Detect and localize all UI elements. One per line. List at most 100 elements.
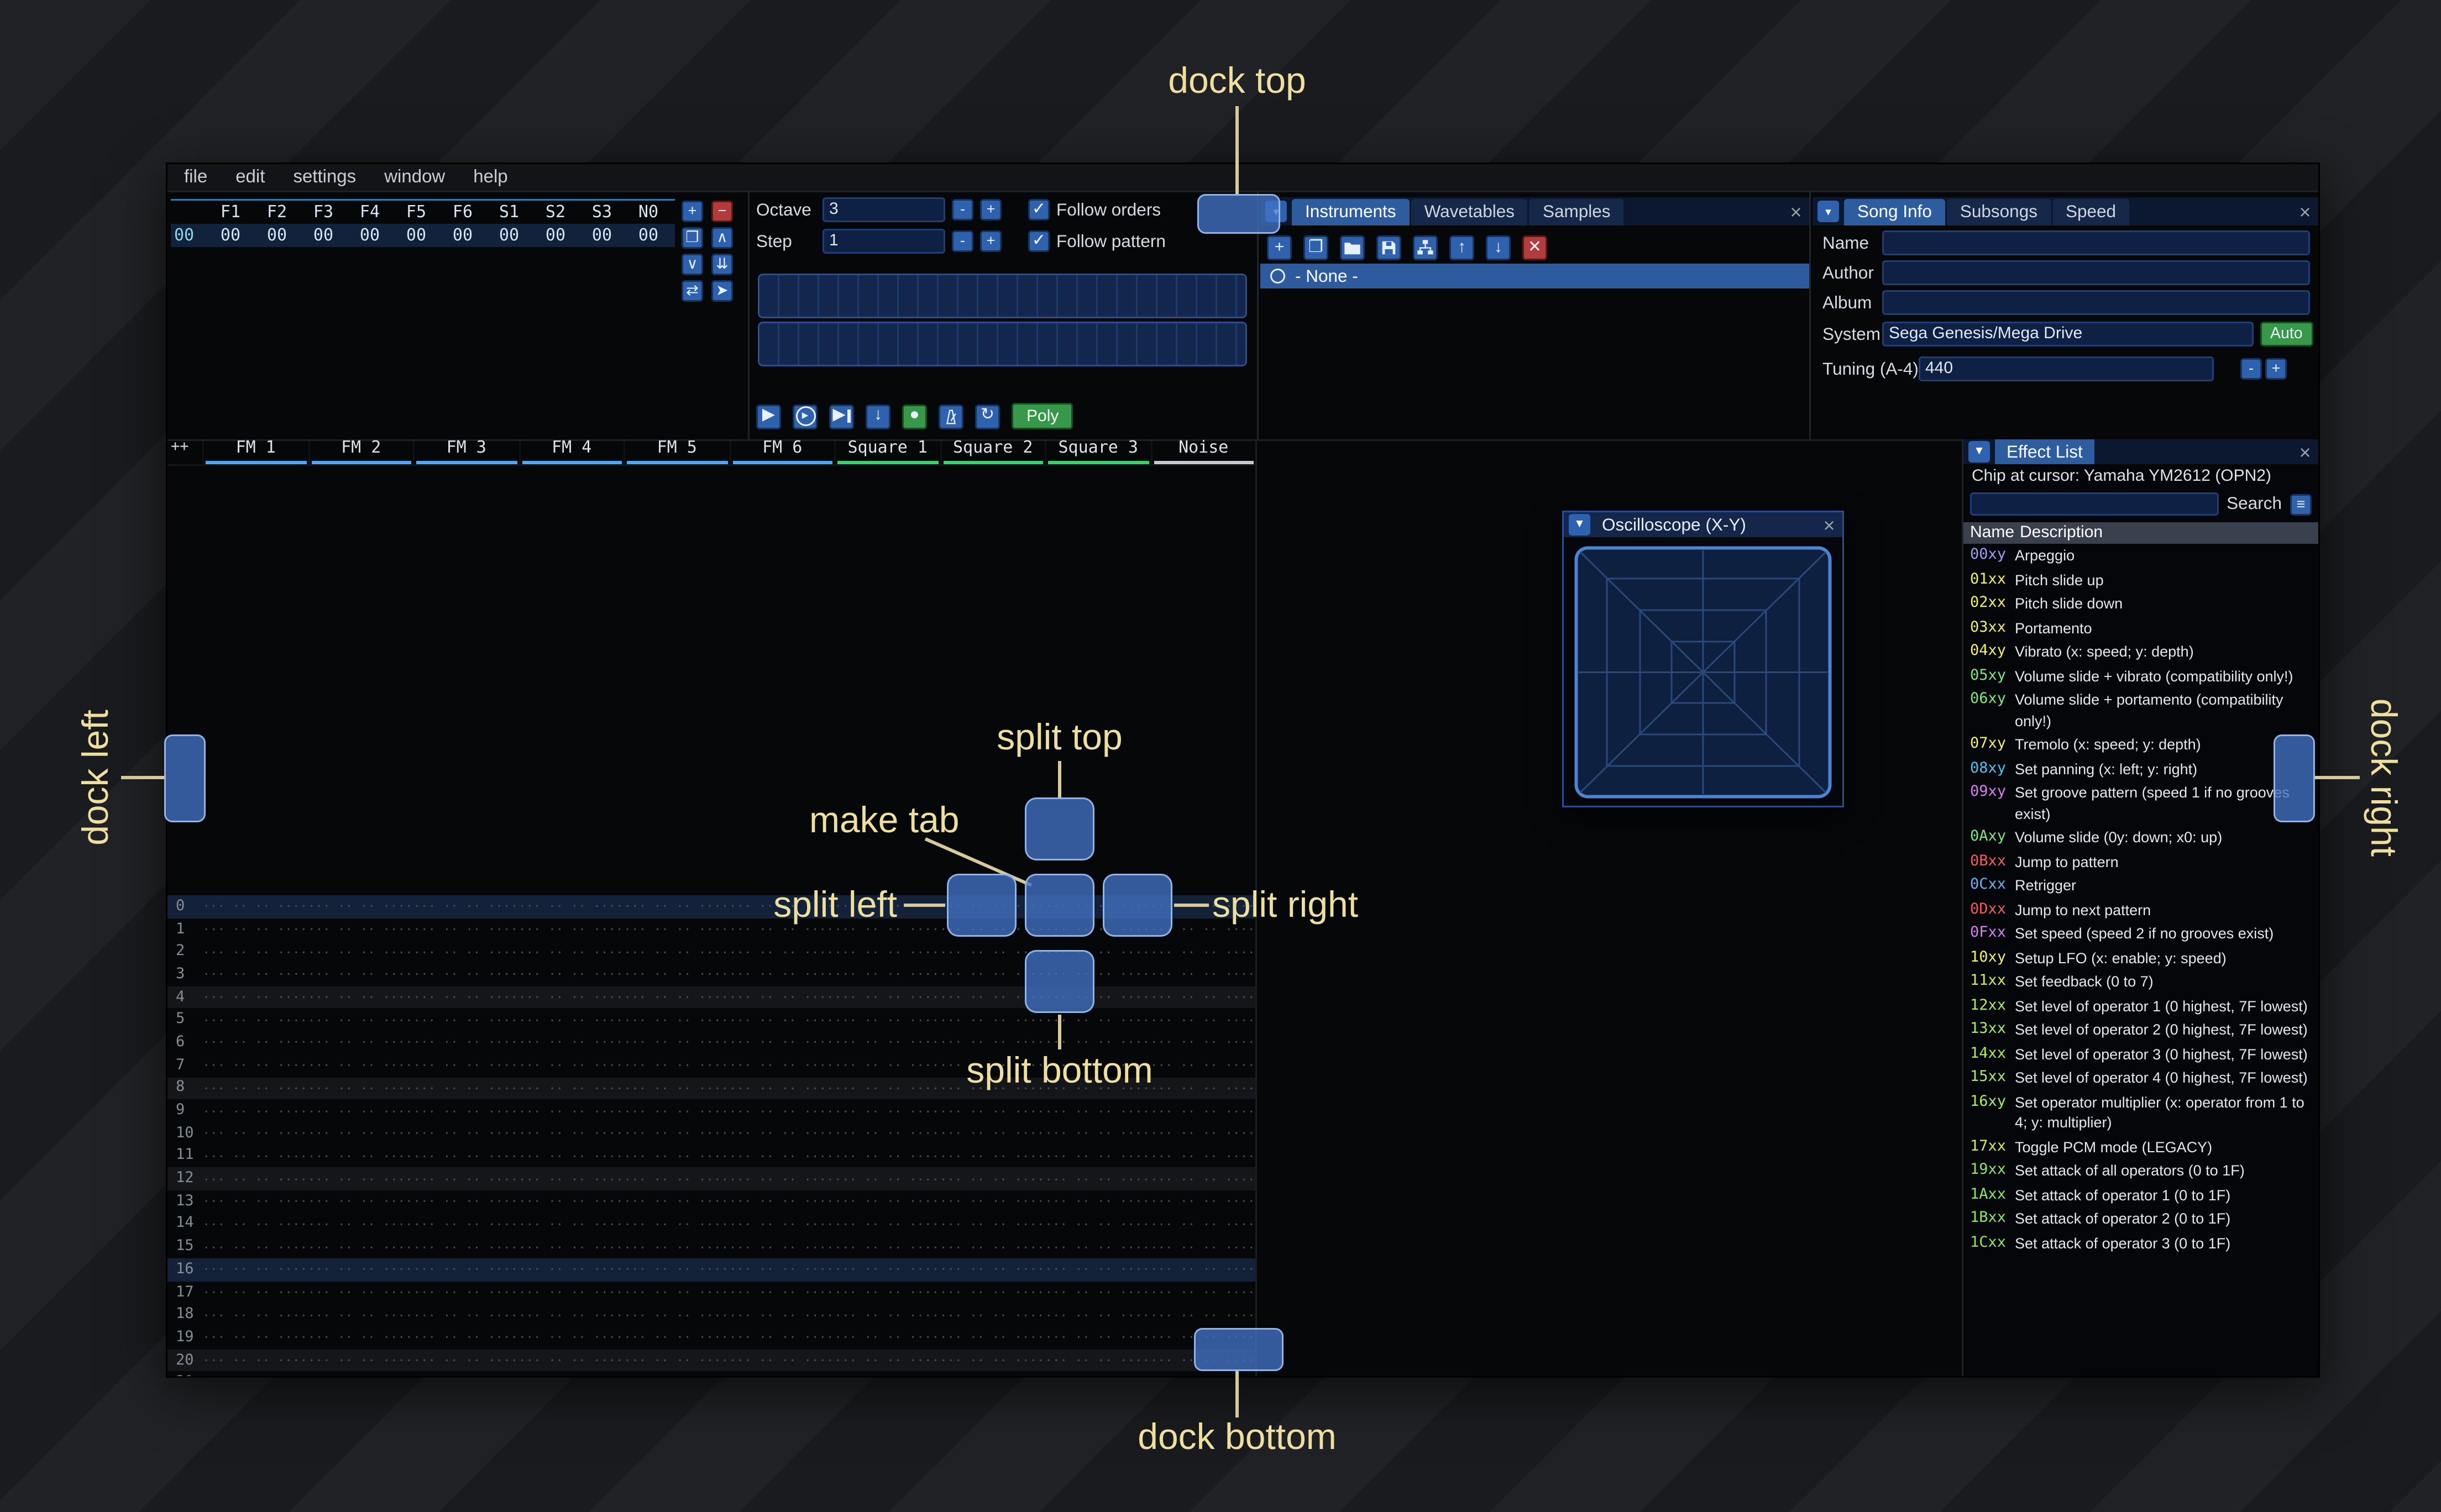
pattern-cell[interactable]: ··· ·· ·· ···· [413,1035,518,1050]
channel-header-fm-3[interactable]: FM 3 [413,439,518,464]
pattern-cell[interactable]: ··· ·· ·· ···· [1150,1217,1256,1232]
pattern-cell[interactable]: ··· ·· ·· ···· [624,1172,729,1186]
pattern-row-20[interactable]: 20 ··· ·· ·· ···· ··· ·· ·· ···· ··· ·· ·· … [167,1349,1255,1372]
pattern-row-19[interactable]: 19 ··· ·· ·· ···· ··· ·· ·· ···· ··· ·· ·· … [167,1326,1255,1349]
orders-playback-mode-button[interactable]: ⇄ [682,280,703,302]
follow-pattern-checkbox[interactable]: ✓ [1028,230,1050,252]
pattern-cell[interactable]: ··· ·· ·· ···· [834,1308,940,1322]
pattern-cell[interactable]: ··· ·· ·· ···· [308,1149,413,1164]
pattern-corner-toggle[interactable]: ++ [167,439,202,464]
move-down-button[interactable]: ↓ [1486,235,1511,260]
pattern-cell[interactable]: ··· ·· ·· ···· [202,1285,308,1300]
pattern-cell[interactable]: ··· ·· ·· ···· [1045,1104,1150,1119]
pattern-cell[interactable]: ··· ·· ·· ···· [834,967,940,982]
pattern-cell[interactable]: ··· ·· ·· ···· [518,899,624,914]
pattern-cell[interactable]: ··· ·· ·· ···· [729,1126,835,1141]
song-author-input[interactable] [1882,260,2310,285]
piano-widget[interactable] [758,274,1247,368]
pattern-cell[interactable]: ··· ·· ·· ···· [413,1149,518,1164]
pattern-cell[interactable]: ··· ·· ·· ···· [413,1104,518,1119]
effect-row-1Axx[interactable]: 1Axx Set attack of operator 1 (0 to 1F) [1963,1183,2318,1208]
channel-header-fm-6[interactable]: FM 6 [729,439,835,464]
add-button[interactable]: + [1267,235,1292,260]
pattern-cell[interactable]: ··· ·· ·· ···· [1045,1172,1150,1186]
effect-row-03xx[interactable]: 03xx Portamento [1963,616,2318,641]
step-input[interactable] [823,229,945,254]
pattern-cell[interactable]: ··· ·· ·· ···· [518,1172,624,1186]
assets-close-icon[interactable]: × [1783,200,1809,223]
pattern-cell[interactable]: ··· ·· ·· ···· [202,1308,308,1322]
pattern-cell[interactable]: ··· ·· ·· ···· [1045,1149,1150,1164]
pattern-cell[interactable]: ··· ·· ·· ···· [624,1240,729,1254]
pattern-cell[interactable]: ··· ·· ·· ···· [308,1035,413,1050]
pattern-cell[interactable]: ··· ·· ·· ···· [624,1035,729,1050]
pattern-cell[interactable]: ··· ·· ·· ···· [518,1012,624,1027]
effect-list-tab[interactable]: Effect List [1995,439,2094,464]
pattern-cell[interactable]: ··· ·· ·· ···· [624,1081,729,1096]
pattern-cell[interactable]: ··· ·· ·· ···· [518,1330,624,1345]
pattern-cell[interactable]: ··· ·· ·· ···· [308,1172,413,1186]
menu-window[interactable]: window [384,167,445,187]
pattern-cell[interactable]: ··· ·· ·· ···· [518,1240,624,1254]
pattern-cell[interactable]: ··· ·· ·· ···· [834,1035,940,1050]
pattern-row-11[interactable]: 11 ··· ·· ·· ···· ··· ·· ·· ···· ··· ·· ·· … [167,1145,1255,1168]
pattern-cell[interactable]: ··· ·· ·· ···· [413,1058,518,1073]
order-cell[interactable]: 00 [532,227,579,245]
order-cell[interactable]: 00 [254,227,300,245]
pattern-cell[interactable]: ··· ·· ·· ···· [413,1308,518,1322]
pattern-cell[interactable]: ··· ·· ·· ···· [834,1058,940,1073]
song-tab-subsongs[interactable]: Subsongs [1946,198,2051,225]
pattern-cell[interactable]: ··· ·· ·· ···· [834,1285,940,1300]
pattern-cell[interactable]: ··· ·· ·· ···· [1150,1012,1256,1027]
pattern-cell[interactable]: ··· ·· ·· ···· [1045,1353,1150,1368]
pattern-cell[interactable]: ··· ·· ·· ···· [1045,1240,1150,1254]
order-cell[interactable]: 00 [207,227,254,245]
pattern-cell[interactable]: ··· ·· ·· ···· [729,1104,835,1119]
song-tab-list-icon[interactable]: ▾ [1817,201,1839,222]
pattern-cell[interactable]: ··· ·· ·· ···· [1150,1035,1256,1050]
pattern-cell[interactable]: ··· ·· ·· ···· [1045,1330,1150,1345]
move-up-button[interactable]: ↑ [1449,235,1474,260]
system-auto-button[interactable]: Auto [2260,322,2313,347]
tuning-input[interactable] [1919,356,2214,381]
pattern-row-9[interactable]: 9 ··· ·· ·· ···· ··· ·· ·· ···· ··· ·· ·· ·… [167,1100,1255,1122]
pattern-cell[interactable]: ··· ·· ·· ···· [1045,1194,1150,1209]
effect-row-16xy[interactable]: 16xy Set operator multiplier (x: operator… [1963,1090,2318,1135]
effect-row-0Axy[interactable]: 0Axy Volume slide (0y: down; x0: up) [1963,826,2318,850]
pattern-cell[interactable]: ··· ·· ·· ···· [1150,990,1256,1005]
pattern-cell[interactable]: ··· ·· ·· ···· [1150,944,1256,959]
pattern-cell[interactable]: ··· ·· ·· ···· [624,1194,729,1209]
effect-search-input[interactable] [1970,492,2219,516]
pattern-cell[interactable]: ··· ·· ·· ···· [624,1285,729,1300]
pattern-cell[interactable]: ··· ·· ·· ···· [308,1308,413,1322]
song-name-input[interactable] [1882,230,2310,255]
pattern-cell[interactable]: ··· ·· ·· ···· [1045,1262,1150,1277]
pattern-cell[interactable]: ··· ·· ·· ···· [834,1217,940,1232]
menu-edit[interactable]: edit [235,167,265,187]
dock-target-right[interactable] [2274,734,2315,822]
effect-row-0Bxx[interactable]: 0Bxx Jump to pattern [1963,850,2318,874]
pattern-cell[interactable]: ··· ·· ·· ···· [202,990,308,1005]
effect-row-07xy[interactable]: 07xy Tremolo (x: speed; y: depth) [1963,733,2318,757]
pattern-cell[interactable]: ··· ·· ·· ···· [308,1353,413,1368]
pattern-cell[interactable]: ··· ·· ·· ···· [413,899,518,914]
pattern-cell[interactable]: ··· ·· ·· ···· [308,1058,413,1073]
pattern-cell[interactable]: ··· ·· ·· ···· [624,990,729,1005]
pattern-cell[interactable]: ··· ·· ·· ···· [518,1285,624,1300]
oscilloscope-collapse-icon[interactable]: ▼ [1569,514,1590,536]
pattern-cell[interactable]: ··· ·· ·· ···· [413,1240,518,1254]
pattern-cell[interactable]: ··· ·· ·· ···· [834,1240,940,1254]
tuning-increase-button[interactable]: + [2265,358,2287,380]
repeat-pattern-button[interactable]: ↻ [975,403,1000,429]
pattern-cell[interactable]: ··· ·· ·· ···· [624,1012,729,1027]
pattern-cell[interactable]: ··· ·· ·· ···· [834,944,940,959]
pattern-cell[interactable]: ··· ·· ·· ···· [729,1012,835,1027]
pattern-cell[interactable]: ··· ·· ·· ···· [308,1262,413,1277]
pattern-cell[interactable]: ··· ·· ·· ···· [940,1104,1045,1119]
pattern-cell[interactable]: ··· ·· ·· ···· [202,922,308,937]
pattern-cell[interactable]: ··· ·· ·· ···· [518,1308,624,1322]
pattern-cell[interactable]: ··· ·· ·· ···· [518,1104,624,1119]
poly-button[interactable]: Poly [1012,403,1074,429]
song-tab-song-info[interactable]: Song Info [1844,198,1945,225]
pattern-row-21[interactable]: 21··· ·· ·· ······· ·· ·· ······· ·· ·· … [167,1372,1255,1376]
